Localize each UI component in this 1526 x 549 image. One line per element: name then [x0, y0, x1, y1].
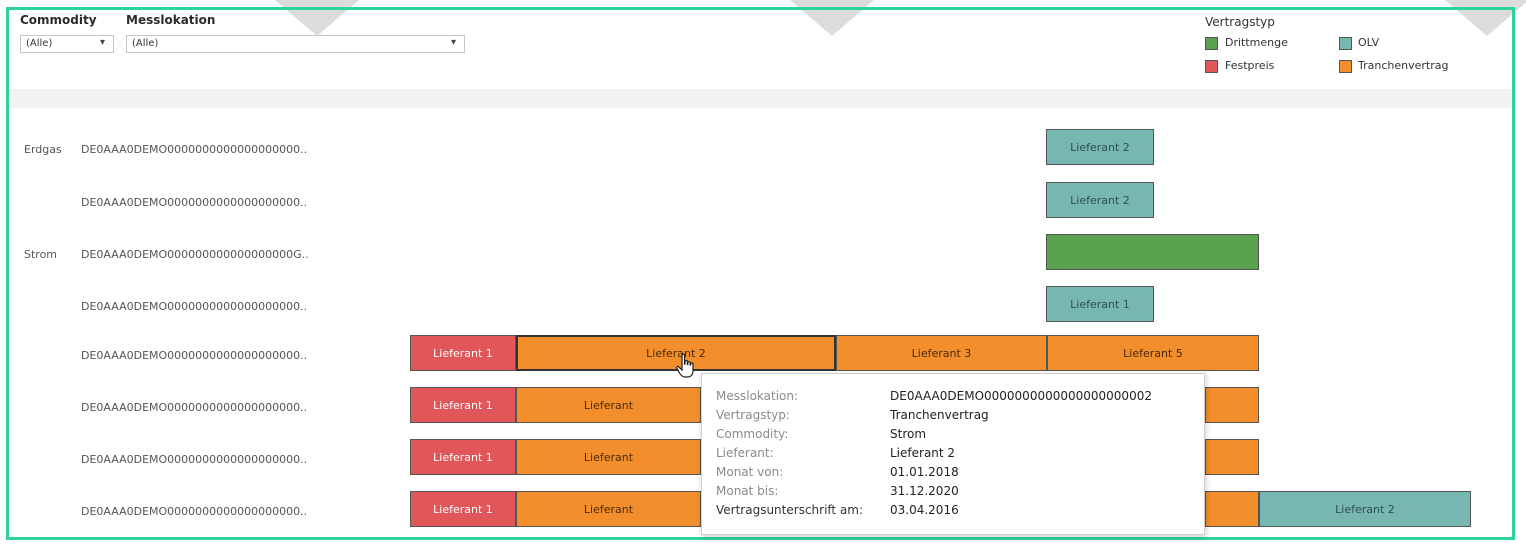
row-messlokation-label: DE0AAA0DEMO0000000000000000000.. — [81, 453, 308, 466]
tooltip: Messlokation: DE0AAA0DEMO0000000000000000… — [701, 373, 1205, 535]
commodity-filter-label: Commodity — [20, 13, 97, 27]
gantt-bar-label: Lieferant 2 — [1335, 502, 1395, 516]
legend-swatch — [1339, 37, 1352, 50]
header-divider-strip — [9, 89, 1512, 108]
row-commodity-label: Erdgas — [24, 143, 62, 156]
tooltip-field-key: Commodity: — [716, 427, 789, 441]
gantt-bar[interactable] — [1046, 234, 1259, 270]
gantt-bar-label: Lieferant 1 — [433, 346, 493, 360]
tooltip-field-value: Tranchenvertrag — [890, 408, 989, 422]
commodity-dropdown[interactable]: (Alle) ▾ — [20, 35, 114, 53]
gantt-bar[interactable]: Lieferant 1 — [410, 387, 516, 423]
gantt-bar[interactable]: Lieferant 2 — [1046, 129, 1154, 165]
gantt-bar[interactable]: Lieferant 2 — [1046, 182, 1154, 218]
tooltip-field-key: Monat bis: — [716, 484, 779, 498]
gantt-bar-label: Lieferant 2 — [1070, 193, 1130, 207]
gantt-bar[interactable] — [1205, 491, 1259, 527]
gantt-bar[interactable]: Lieferant 1 — [410, 335, 516, 371]
row-messlokation-label: DE0AAA0DEMO0000000000000000000.. — [81, 196, 308, 209]
row-messlokation-label: DE0AAA0DEMO0000000000000000000.. — [81, 349, 308, 362]
tooltip-field-value: 31.12.2020 — [890, 484, 959, 498]
legend-label: Tranchenvertrag — [1358, 59, 1449, 72]
tooltip-field-key: Lieferant: — [716, 446, 774, 460]
gantt-bar-label: Lieferant — [583, 502, 634, 516]
gantt-bar-label: Lieferant — [583, 398, 634, 412]
gantt-bar[interactable]: Lieferant — [516, 439, 701, 475]
hand-pointer-icon — [676, 353, 694, 378]
gantt-bar-label: Lieferant 1 — [433, 450, 493, 464]
legend-label: Drittmenge — [1225, 36, 1288, 49]
tooltip-field-key: Monat von: — [716, 465, 784, 479]
row-messlokation-label: DE0AAA0DEMO0000000000000000000.. — [81, 143, 308, 156]
gantt-bar[interactable] — [1205, 439, 1259, 475]
gantt-bar[interactable] — [1205, 387, 1259, 423]
gantt-bar-label: Lieferant 2 — [1070, 140, 1130, 154]
tooltip-field-value: DE0AAA0DEMO0000000000000000000002 — [890, 389, 1152, 403]
row-messlokation-label: DE0AAA0DEMO0000000000000000000.. — [81, 401, 308, 414]
gantt-bar[interactable]: Lieferant 5 — [1047, 335, 1259, 371]
commodity-dropdown-value: (Alle) — [26, 38, 53, 49]
legend-swatch — [1205, 37, 1218, 50]
chevron-down-icon: ▾ — [450, 37, 456, 48]
gantt-bar-label: Lieferant 5 — [1123, 346, 1183, 360]
legend-label: OLV — [1358, 36, 1380, 49]
legend-label: Festpreis — [1225, 59, 1275, 72]
tooltip-field-key: Vertragsunterschrift am: — [716, 503, 864, 517]
messlokation-dropdown-value: (Alle) — [132, 38, 159, 49]
messlokation-dropdown[interactable]: (Alle) ▾ — [126, 35, 465, 53]
gantt-bar-label: Lieferant 1 — [433, 398, 493, 412]
tooltip-field-value: 01.01.2018 — [890, 465, 959, 479]
gantt-bar-label: Lieferant 1 — [1070, 297, 1130, 311]
legend-swatch — [1339, 60, 1352, 73]
row-commodity-label: Strom — [24, 248, 58, 261]
row-messlokation-label: DE0AAA0DEMO0000000000000000000.. — [81, 300, 308, 313]
messlokation-filter-label: Messlokation — [126, 13, 216, 27]
legend-swatch — [1205, 60, 1218, 73]
tooltip-field-key: Messlokation: — [716, 389, 799, 403]
gantt-bar[interactable]: Lieferant 1 — [1046, 286, 1154, 322]
gantt-bar[interactable]: Lieferant 3 — [836, 335, 1047, 371]
tooltip-field-value: Lieferant 2 — [890, 446, 956, 460]
tooltip-field-value: 03.04.2016 — [890, 503, 959, 517]
tooltip-field-key: Vertragstyp: — [716, 408, 790, 422]
row-messlokation-label: DE0AAA0DEMO0000000000000000000.. — [81, 505, 308, 518]
gantt-bar-label: Lieferant 1 — [433, 502, 493, 516]
gantt-bar-label: Lieferant 3 — [911, 346, 972, 360]
chevron-down-icon: ▾ — [99, 37, 105, 48]
gantt-bar[interactable]: Lieferant 1 — [410, 491, 516, 527]
gantt-bar[interactable]: Lieferant 2 — [1259, 491, 1471, 527]
gantt-bar-label: Lieferant — [583, 450, 634, 464]
tooltip-field-value: Strom — [890, 427, 927, 441]
gantt-bar[interactable]: Lieferant 1 — [410, 439, 516, 475]
row-messlokation-label: DE0AAA0DEMO000000000000000000G.. — [81, 248, 309, 261]
gantt-bar[interactable]: Lieferant — [516, 491, 701, 527]
legend-title: Vertragstyp — [1205, 15, 1275, 29]
gantt-bar[interactable]: Lieferant — [516, 387, 701, 423]
